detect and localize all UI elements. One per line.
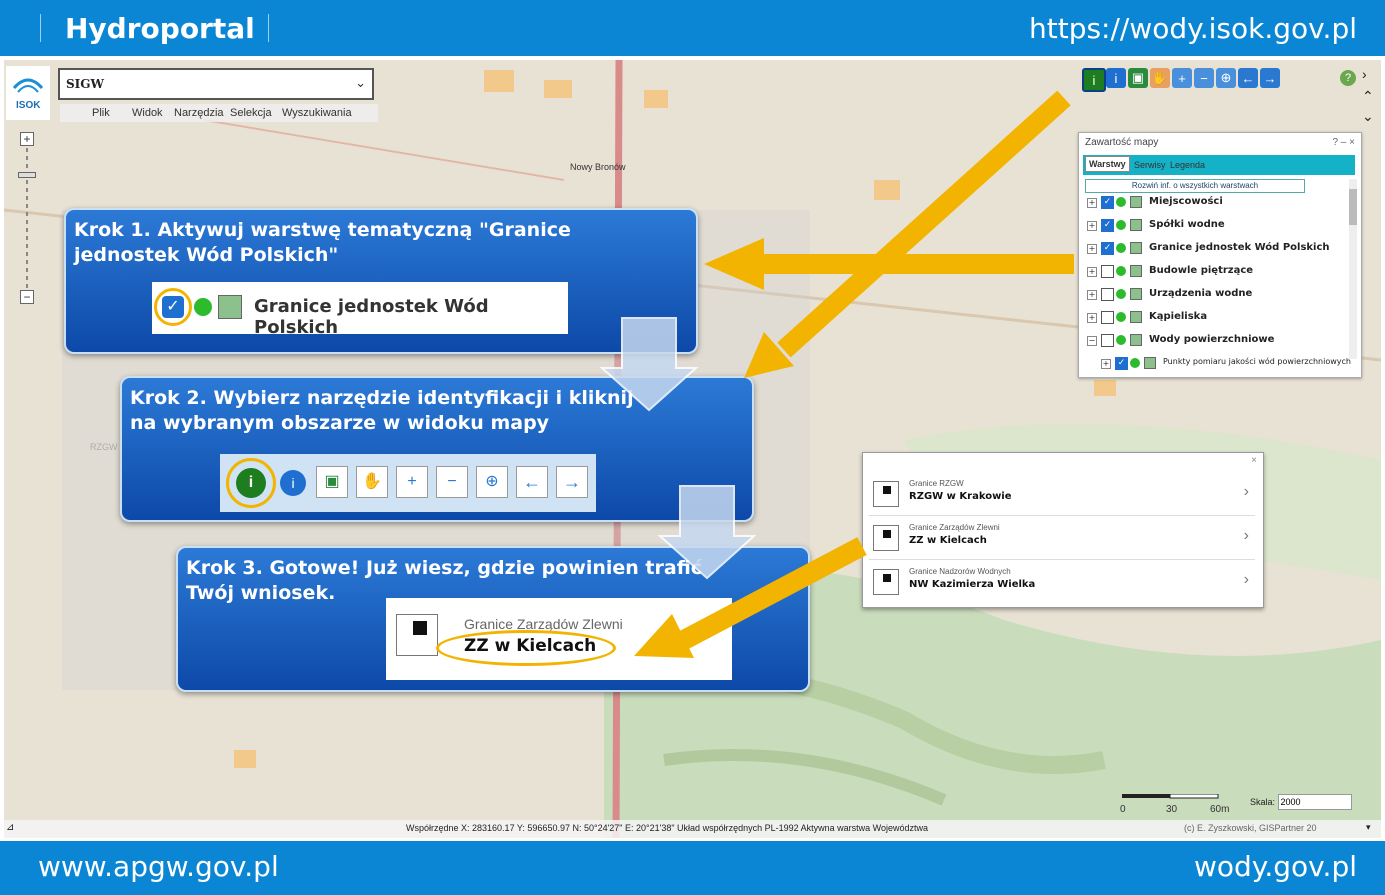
map-view[interactable]: ISOK SIGW ⌄ Plik Widok Narzędzia Selekcj…	[4, 60, 1381, 838]
down-arrow-1	[599, 317, 699, 412]
yellow-arrow-2	[744, 90, 1071, 378]
bottom-banner: www.apgw.gov.pl wody.gov.pl	[0, 841, 1385, 895]
yellow-arrow-3	[634, 537, 867, 658]
footer-url-right[interactable]: wody.gov.pl	[1194, 850, 1357, 883]
divider	[40, 14, 41, 42]
tutorial-arrows	[599, 90, 1074, 658]
footer-url-left[interactable]: www.apgw.gov.pl	[38, 850, 279, 883]
brand-title: Hydroportal	[65, 12, 255, 45]
down-arrow-2	[657, 485, 757, 580]
divider	[268, 14, 269, 42]
site-url[interactable]: https://wody.isok.gov.pl	[1029, 12, 1357, 45]
top-banner: Hydroportal https://wody.isok.gov.pl	[0, 0, 1385, 56]
